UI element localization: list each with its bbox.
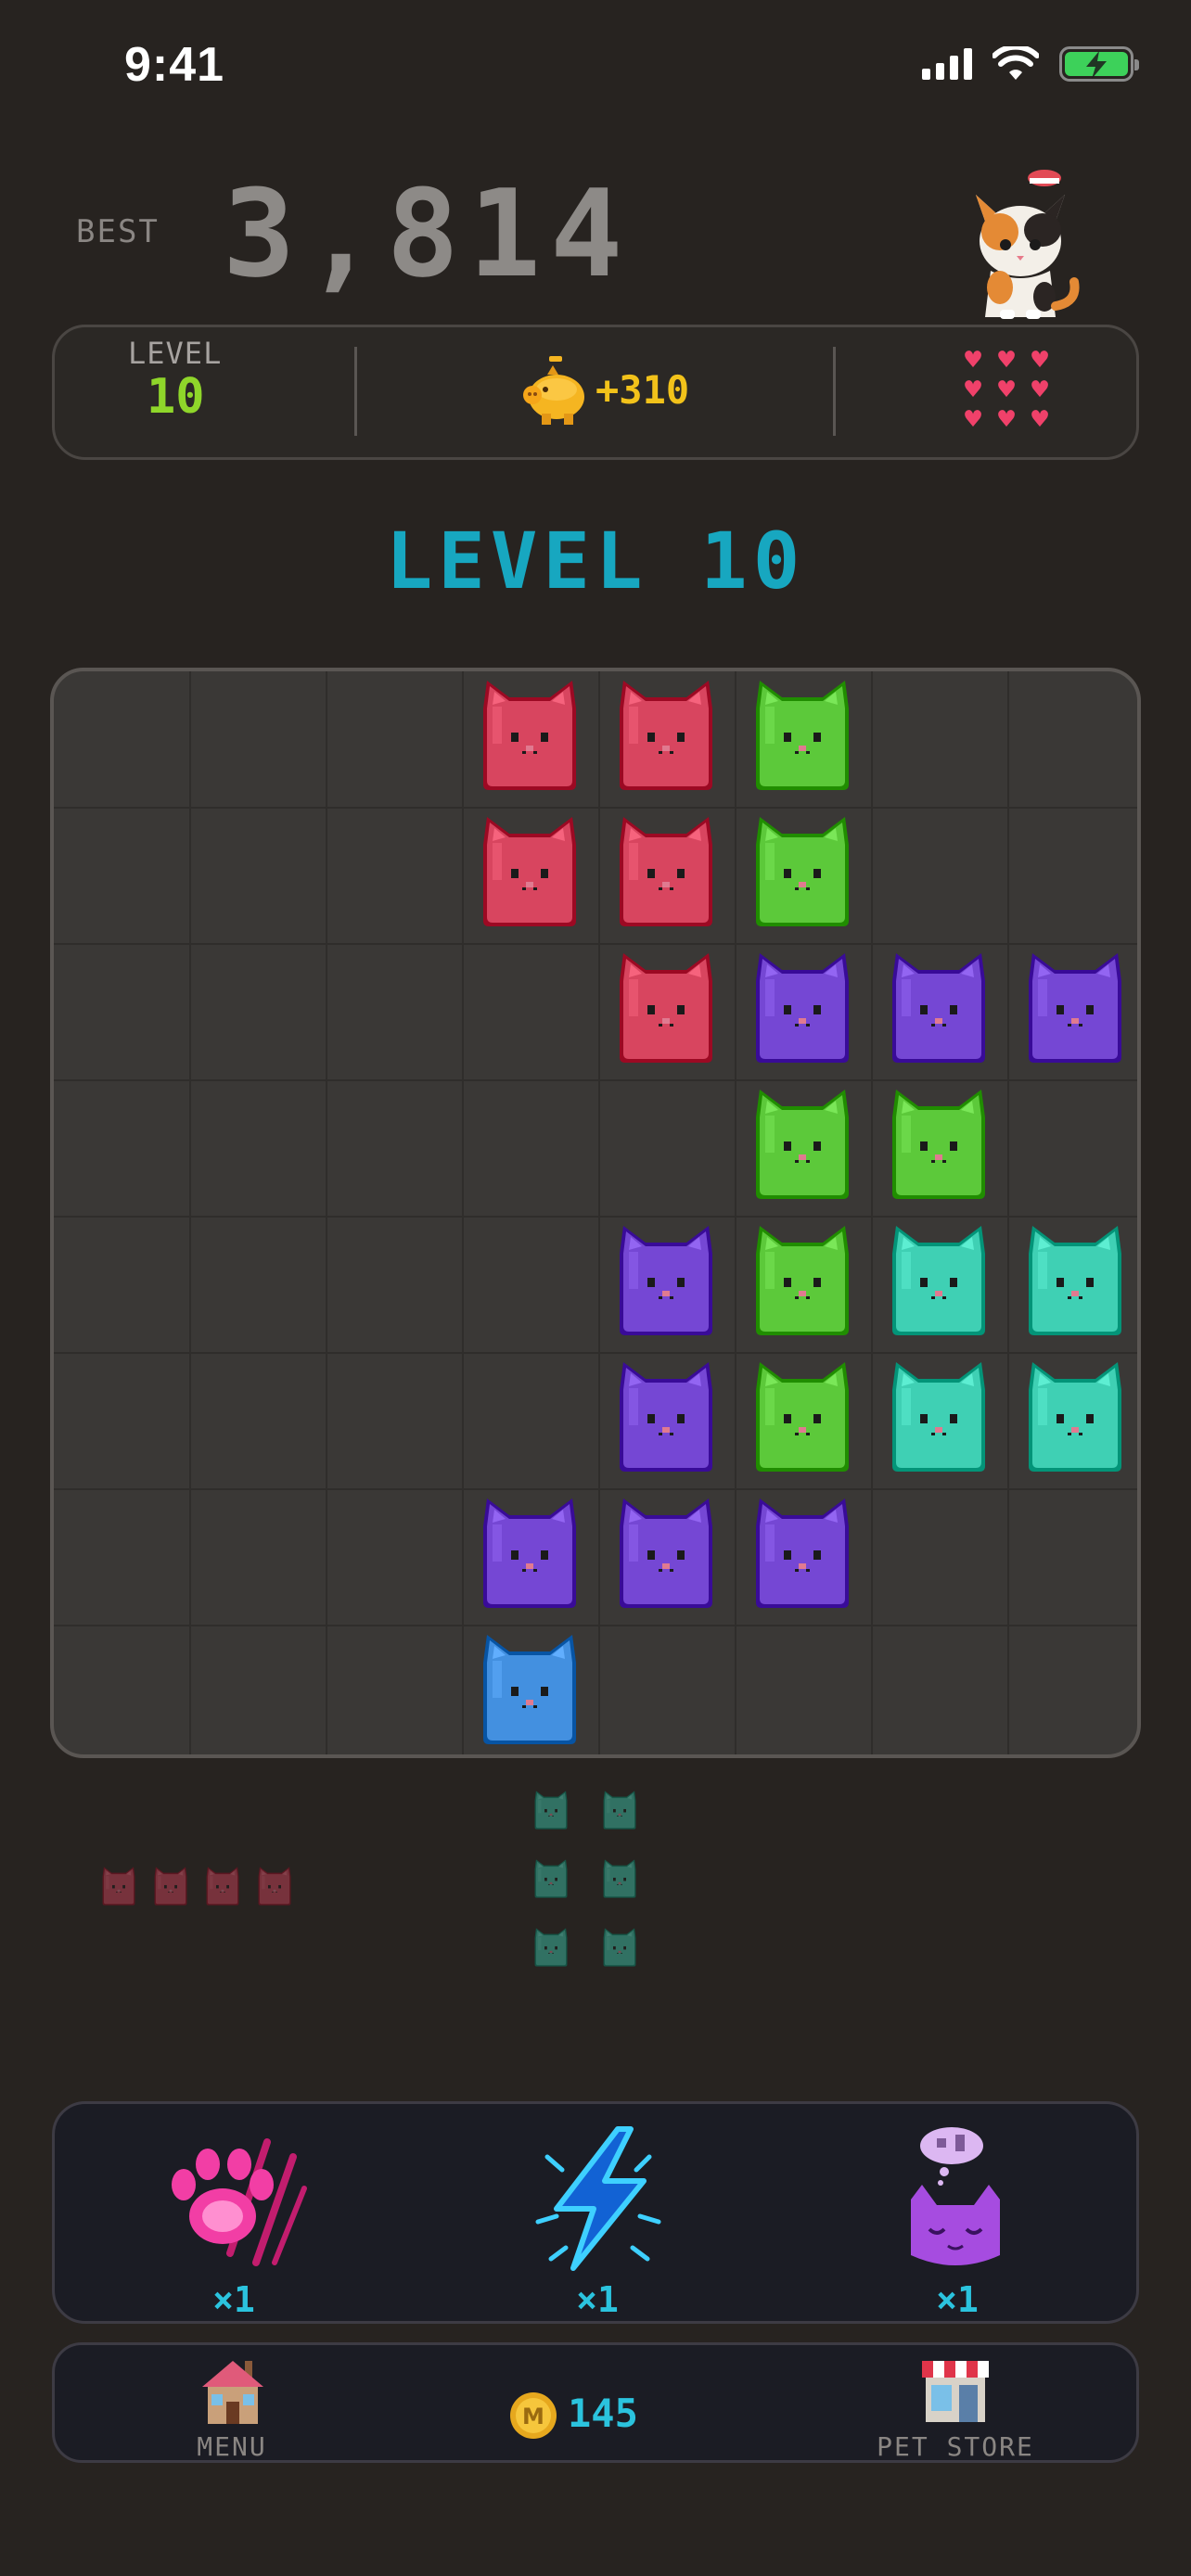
red-cat-block[interactable] xyxy=(614,813,718,930)
calico-cat-mascot-icon xyxy=(976,170,1080,319)
grid-line xyxy=(1007,671,1009,1754)
heart-icon: ♥ xyxy=(964,374,982,406)
grid-line xyxy=(54,943,1137,945)
green-cat-block[interactable] xyxy=(750,1086,854,1203)
purple-cat-block[interactable] xyxy=(887,950,991,1066)
mini-cat-block xyxy=(601,1790,638,1830)
bonus-points: +310 xyxy=(596,367,690,413)
mini-cat-block xyxy=(204,1866,241,1906)
red-cat-block[interactable] xyxy=(614,677,718,794)
status-time: 9:41 xyxy=(124,38,225,92)
mini-cat-block xyxy=(601,1858,638,1899)
heart-icon: ♥ xyxy=(1031,374,1049,406)
grid-line xyxy=(54,807,1137,809)
blue-cat-block[interactable] xyxy=(478,1631,582,1748)
grid-line xyxy=(189,671,191,1754)
paw-claw-icon[interactable] xyxy=(156,2123,314,2272)
stats-divider xyxy=(354,347,357,436)
mini-cat-block xyxy=(100,1866,137,1906)
lives-hearts: ♥ ♥ ♥ ♥ ♥ ♥ ♥ ♥ ♥ xyxy=(959,344,1056,436)
mini-cat-block xyxy=(152,1866,189,1906)
mini-cat-block xyxy=(532,1927,570,1968)
level-label: LEVEL xyxy=(128,336,223,371)
heart-icon: ♥ xyxy=(964,403,982,436)
game-board[interactable] xyxy=(50,668,1141,1758)
best-label: BEST xyxy=(76,213,160,250)
grid-line xyxy=(598,671,600,1754)
house-icon xyxy=(202,2361,263,2424)
powerup-count-paw: ×1 xyxy=(212,2279,255,2320)
green-cat-block[interactable] xyxy=(887,1086,991,1203)
purple-cat-block[interactable] xyxy=(614,1495,718,1612)
svg-text:M: M xyxy=(522,2404,544,2429)
red-cat-block[interactable] xyxy=(478,813,582,930)
grid-line xyxy=(54,1352,1137,1354)
menu-label: MENU xyxy=(197,2431,267,2462)
mini-cat-block xyxy=(532,1858,570,1899)
heart-icon: ♥ xyxy=(997,403,1016,436)
heart-icon: ♥ xyxy=(997,344,1016,376)
next-piece-teal[interactable] xyxy=(532,1790,662,1994)
heart-icon: ♥ xyxy=(964,344,982,376)
sleepy-cat-icon[interactable] xyxy=(900,2120,1011,2277)
pet-store-button[interactable]: PET STORE xyxy=(863,2352,1048,2462)
teal-cat-block[interactable] xyxy=(887,1222,991,1339)
heart-icon: ♥ xyxy=(997,374,1016,406)
red-cat-block[interactable] xyxy=(478,677,582,794)
teal-cat-block[interactable] xyxy=(1023,1358,1127,1475)
wifi-icon xyxy=(992,46,1039,80)
mini-cat-block xyxy=(256,1866,293,1906)
purple-cat-block[interactable] xyxy=(1023,950,1127,1066)
green-cat-block[interactable] xyxy=(750,677,854,794)
purple-cat-block[interactable] xyxy=(750,950,854,1066)
battery-icon xyxy=(1059,46,1139,82)
mini-cat-block xyxy=(532,1790,570,1830)
stats-divider xyxy=(833,347,836,436)
green-cat-block[interactable] xyxy=(750,1358,854,1475)
green-cat-block[interactable] xyxy=(750,1222,854,1339)
grid-line xyxy=(54,1079,1137,1081)
heart-icon: ♥ xyxy=(1031,403,1049,436)
next-piece-red[interactable] xyxy=(100,1866,301,1918)
heart-icon: ♥ xyxy=(1031,344,1049,376)
green-cat-block[interactable] xyxy=(750,813,854,930)
grid-line xyxy=(54,1216,1137,1218)
powerup-count-sleepy: ×1 xyxy=(936,2279,979,2320)
best-score-value: 3,814 xyxy=(223,163,633,304)
red-cat-block[interactable] xyxy=(614,950,718,1066)
level-title: LEVEL 10 xyxy=(385,516,806,606)
grid-line xyxy=(54,1625,1137,1626)
piggy-bank-icon xyxy=(523,356,584,425)
teal-cat-block[interactable] xyxy=(887,1358,991,1475)
status-icons xyxy=(922,46,1139,82)
pet-store-label: PET STORE xyxy=(877,2431,1034,2462)
purple-cat-block[interactable] xyxy=(614,1358,718,1475)
powerup-count-lightning: ×1 xyxy=(576,2279,619,2320)
level-value: 10 xyxy=(147,369,205,425)
grid-line xyxy=(735,671,736,1754)
purple-cat-block[interactable] xyxy=(614,1222,718,1339)
coin-balance: 145 xyxy=(568,2391,638,2436)
purple-cat-block[interactable] xyxy=(750,1495,854,1612)
teal-cat-block[interactable] xyxy=(1023,1222,1127,1339)
coin-icon: M xyxy=(510,2392,557,2439)
grid-line xyxy=(871,671,873,1754)
cellular-signal-icon xyxy=(922,48,972,80)
grid-line xyxy=(462,671,464,1754)
grid-line xyxy=(54,1488,1137,1490)
purple-cat-block[interactable] xyxy=(478,1495,582,1612)
lightning-bolt-icon[interactable] xyxy=(529,2120,668,2277)
grid-line xyxy=(326,671,327,1754)
pet-store-icon xyxy=(922,2361,989,2422)
mini-cat-block xyxy=(601,1927,638,1968)
menu-button[interactable]: MENU xyxy=(167,2352,297,2462)
